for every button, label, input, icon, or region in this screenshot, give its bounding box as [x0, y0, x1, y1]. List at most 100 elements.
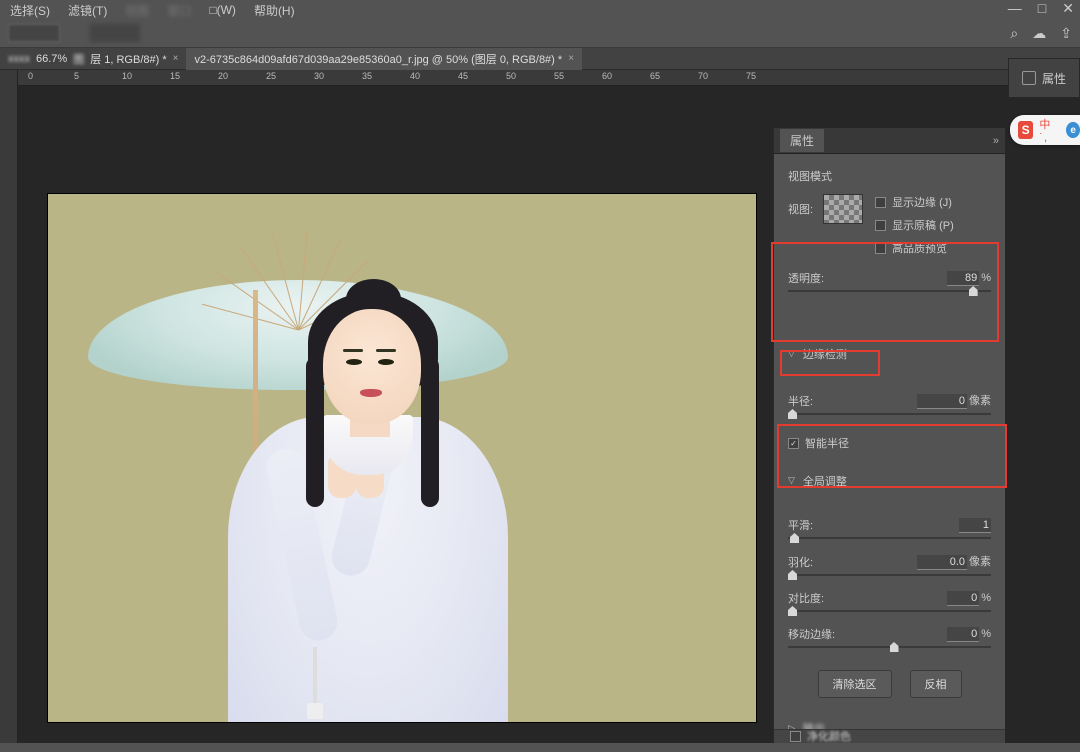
- tab1-close-icon[interactable]: ×: [173, 53, 179, 64]
- properties-tab[interactable]: 属性: [780, 129, 824, 152]
- feather-slider[interactable]: [788, 574, 991, 576]
- radius-label: 半径:: [788, 393, 813, 409]
- contrast-label: 对比度:: [788, 590, 824, 606]
- image-content: [178, 202, 518, 722]
- search-icon[interactable]: ⌕: [1010, 25, 1018, 42]
- feather-label: 羽化:: [788, 554, 813, 570]
- tab2-label: v2-6735c864d09afd67d039aa29e85360a0_r.jp…: [194, 51, 562, 67]
- chevron-down-icon: ▽: [788, 348, 795, 359]
- options-blurred: [90, 24, 140, 42]
- invert-button[interactable]: 反相: [910, 670, 962, 698]
- ime-text: 中 ˙,: [1039, 116, 1060, 144]
- radius-slider-row: 半径: 像素: [788, 392, 991, 415]
- feather-input[interactable]: [917, 555, 967, 570]
- tab1-zoom: 66.7%: [36, 53, 67, 65]
- shift-edge-slider[interactable]: [788, 646, 991, 648]
- tab1-blurred-name: xxxx: [8, 53, 30, 65]
- menu-view[interactable]: □(W): [209, 3, 236, 17]
- edge-detection-section-header[interactable]: ▽ 边缘检测: [788, 346, 991, 362]
- ime-e-icon: e: [1066, 122, 1080, 138]
- contrast-input[interactable]: [947, 591, 979, 606]
- high-quality-preview-checkbox[interactable]: 高品质预览: [875, 240, 954, 256]
- ime-floating-badge[interactable]: S 中 ˙, e: [1010, 115, 1080, 145]
- tab2-close-icon[interactable]: ×: [568, 53, 574, 64]
- decontaminate-colors-checkbox[interactable]: 净化颜色: [790, 728, 851, 744]
- opacity-input[interactable]: [947, 271, 979, 286]
- close-window-button[interactable]: ✕: [1062, 0, 1074, 17]
- feather-slider-row: 羽化: 像素: [788, 553, 991, 576]
- shift-edge-unit: %: [981, 628, 991, 640]
- tool-preset-swatch[interactable]: [8, 24, 60, 42]
- document-canvas[interactable]: [48, 194, 756, 722]
- ruler-tick: 10: [122, 71, 132, 81]
- contrast-slider[interactable]: [788, 610, 991, 612]
- clear-selection-button[interactable]: 清除选区: [818, 670, 892, 698]
- ruler-tick: 55: [554, 71, 564, 81]
- properties-panel: 属性 » 视图模式 视图: 显示边缘 (J) 显示原稿 (P) 高品质预览 透明…: [773, 128, 1005, 743]
- radius-unit: 像素: [969, 392, 991, 408]
- view-mode-label: 视图模式: [788, 168, 991, 184]
- show-original-checkbox[interactable]: 显示原稿 (P): [875, 217, 954, 233]
- smooth-slider[interactable]: [788, 537, 991, 539]
- ruler-tick: 15: [170, 71, 180, 81]
- opacity-label: 透明度:: [788, 270, 824, 286]
- collapsed-properties-tab[interactable]: 属性: [1008, 58, 1080, 98]
- options-bar: ⌕ ☁ ⇪: [0, 20, 1080, 48]
- checkbox-checked-icon: ✓: [788, 438, 799, 449]
- share-icon[interactable]: ⇪: [1060, 25, 1072, 42]
- ruler-tick: 45: [458, 71, 468, 81]
- ruler-tick: 5: [74, 71, 79, 81]
- menu-filter[interactable]: 滤镜(T): [68, 2, 107, 19]
- smooth-label: 平滑:: [788, 517, 813, 533]
- contrast-slider-row: 对比度: %: [788, 590, 991, 612]
- ruler-tick: 50: [506, 71, 516, 81]
- workspace: 0 5 10 15 20 25 30 35 40 45 50 55 60 65 …: [0, 70, 1080, 743]
- shift-edge-slider-row: 移动边缘: %: [788, 626, 991, 648]
- ruler-tick: 65: [650, 71, 660, 81]
- menu-blurred-1[interactable]: 视图: [125, 2, 149, 19]
- ruler-tick: 40: [410, 71, 420, 81]
- shift-edge-input[interactable]: [947, 627, 979, 642]
- smart-radius-checkbox[interactable]: ✓ 智能半径: [788, 435, 991, 451]
- ruler-tick: 60: [602, 71, 612, 81]
- document-tab-1[interactable]: xxxx 66.7% 图 层 1, RGB/8#) * ×: [0, 48, 186, 70]
- ruler-tick: 70: [698, 71, 708, 81]
- smooth-slider-row: 平滑:: [788, 517, 991, 539]
- ruler-tick: 25: [266, 71, 276, 81]
- shift-edge-label: 移动边缘:: [788, 626, 835, 642]
- ruler-vertical[interactable]: [0, 70, 18, 743]
- minimize-button[interactable]: —: [1008, 0, 1022, 17]
- menu-help[interactable]: 帮助(H): [254, 2, 295, 19]
- ruler-horizontal[interactable]: 0 5 10 15 20 25 30 35 40 45 50 55 60 65 …: [18, 70, 1080, 86]
- chevron-down-icon: ▽: [788, 475, 795, 486]
- ruler-tick: 0: [28, 71, 33, 81]
- tab1-blurred-mid: 图: [73, 51, 84, 67]
- feather-unit: 像素: [969, 553, 991, 569]
- tab1-rest: 层 1, RGB/8#) *: [90, 51, 166, 67]
- window-controls: — □ ✕: [1008, 0, 1074, 17]
- view-thumbnail-dropdown[interactable]: [823, 194, 863, 224]
- document-tab-2[interactable]: v2-6735c864d09afd67d039aa29e85360a0_r.jp…: [186, 48, 582, 70]
- menu-select[interactable]: 选择(S): [10, 2, 50, 19]
- menu-bar: 选择(S) 滤镜(T) 视图 窗口 □(W) 帮助(H): [0, 0, 1080, 20]
- opacity-unit: %: [981, 272, 991, 284]
- maximize-button[interactable]: □: [1038, 0, 1046, 17]
- ruler-tick: 35: [362, 71, 372, 81]
- ruler-tick: 30: [314, 71, 324, 81]
- view-label: 视图:: [788, 201, 813, 217]
- panel-menu-icon[interactable]: »: [993, 135, 999, 147]
- ruler-tick: 20: [218, 71, 228, 81]
- sogou-icon: S: [1018, 121, 1033, 139]
- menu-blurred-2[interactable]: 窗口: [167, 2, 191, 19]
- properties-icon: [1022, 71, 1036, 85]
- opacity-slider[interactable]: [788, 290, 991, 292]
- global-adjust-section-header[interactable]: ▽ 全局调整: [788, 473, 991, 489]
- smooth-input[interactable]: [959, 518, 991, 533]
- document-tab-bar: xxxx 66.7% 图 层 1, RGB/8#) * × v2-6735c86…: [0, 48, 1080, 70]
- radius-slider[interactable]: [788, 413, 991, 415]
- show-edge-checkbox[interactable]: 显示边缘 (J): [875, 194, 954, 210]
- radius-input[interactable]: [917, 394, 967, 409]
- cloud-docs-icon[interactable]: ☁: [1032, 25, 1046, 42]
- ruler-tick: 75: [746, 71, 756, 81]
- contrast-unit: %: [981, 592, 991, 604]
